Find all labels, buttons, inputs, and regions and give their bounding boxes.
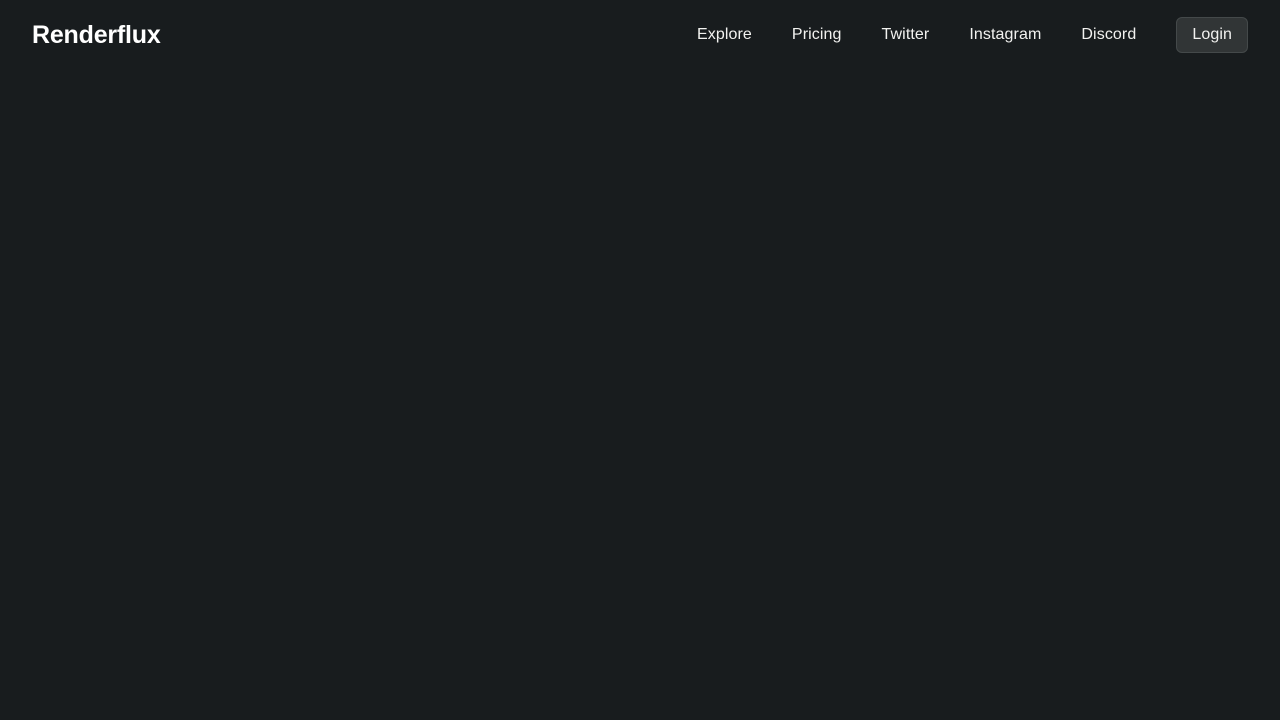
primary-navigation: Explore Pricing Twitter Instagram Discor… <box>697 17 1248 53</box>
login-button[interactable]: Login <box>1176 17 1248 53</box>
nav-link-group: Explore Pricing Twitter Instagram Discor… <box>697 27 1136 43</box>
nav-link-twitter[interactable]: Twitter <box>882 27 930 43</box>
nav-link-explore[interactable]: Explore <box>697 27 752 43</box>
main-content-area <box>0 70 1280 720</box>
nav-link-discord[interactable]: Discord <box>1081 27 1136 43</box>
page-root: Renderflux Explore Pricing Twitter Insta… <box>0 0 1280 720</box>
nav-link-instagram[interactable]: Instagram <box>969 27 1041 43</box>
nav-link-pricing[interactable]: Pricing <box>792 27 842 43</box>
top-navigation-bar: Renderflux Explore Pricing Twitter Insta… <box>0 0 1280 70</box>
brand-logo[interactable]: Renderflux <box>32 23 161 48</box>
